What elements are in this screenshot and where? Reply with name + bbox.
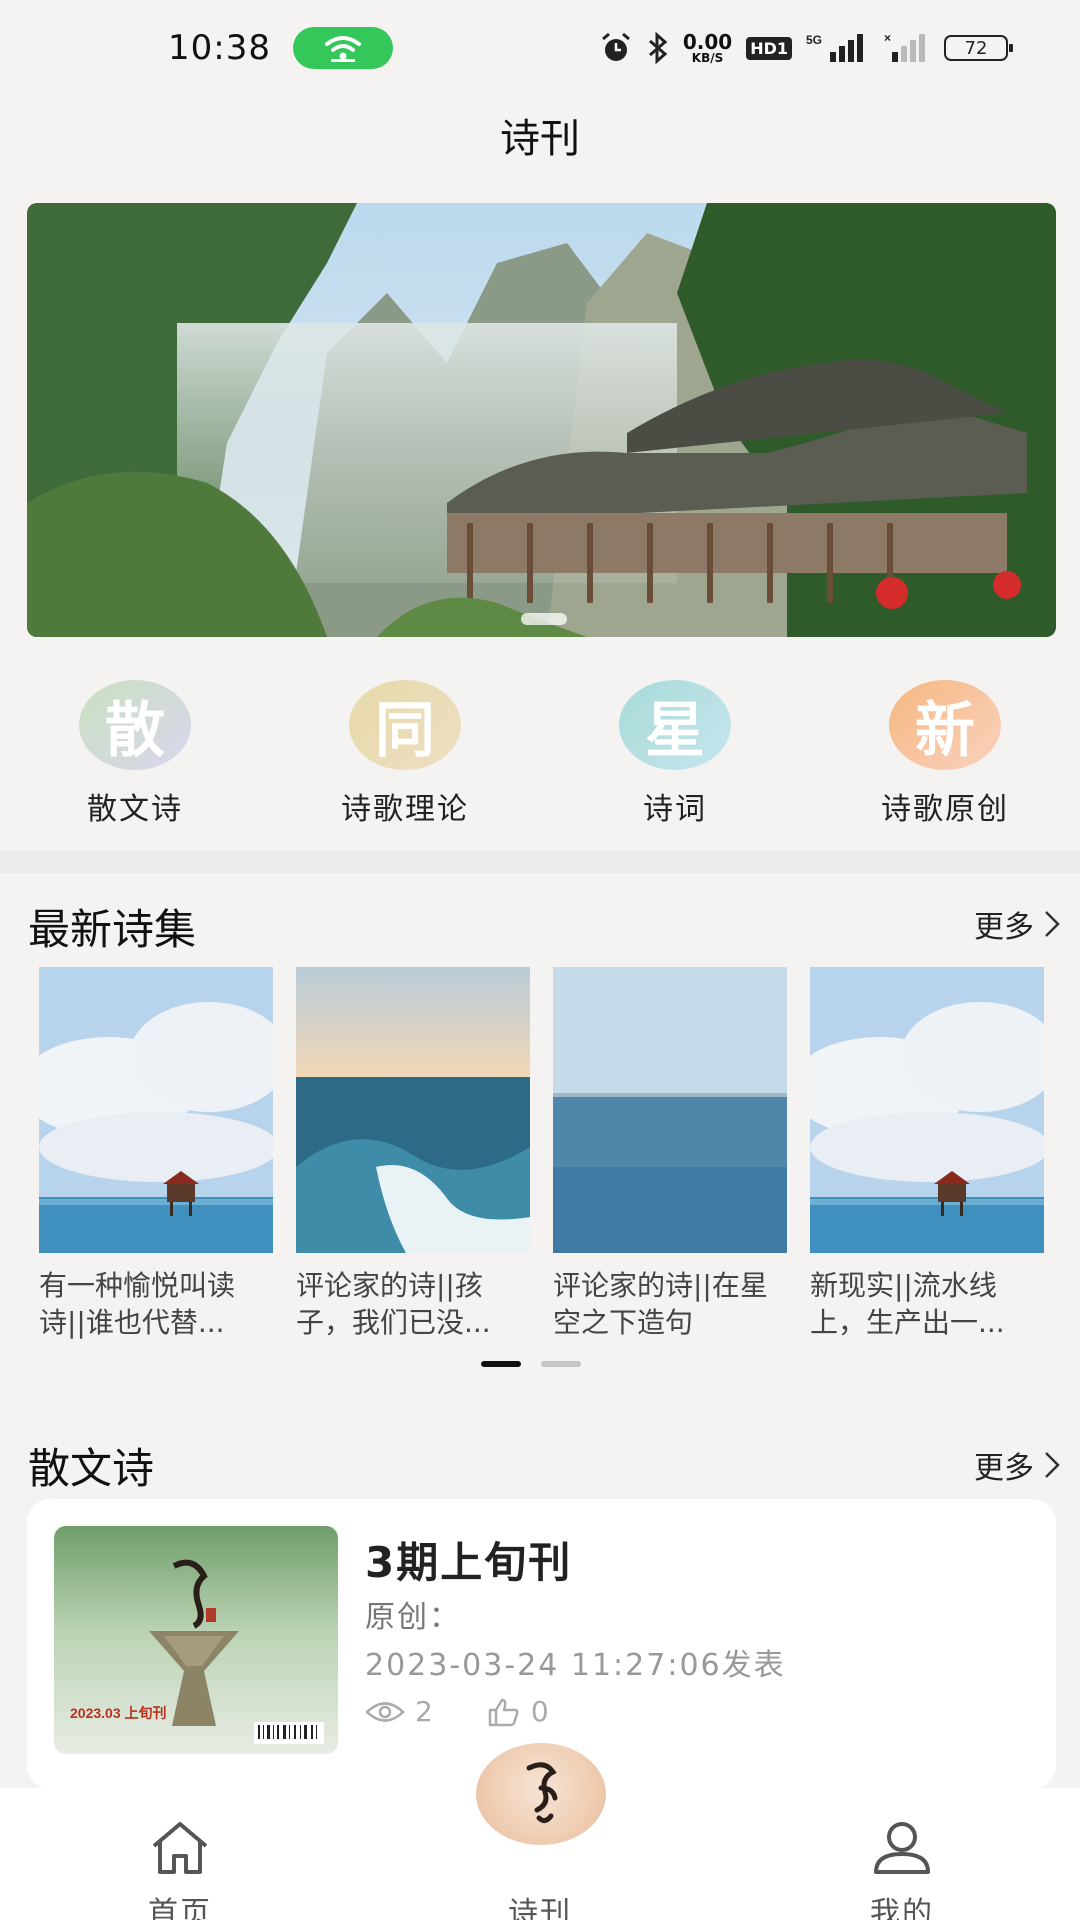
article-author: 原创： [365,1600,461,1635]
like-count[interactable]: 0 [487,1695,549,1728]
hd-badge: HD1 [746,36,792,60]
pager-dot-active [481,1361,521,1367]
category-poetry-theory[interactable]: 同 诗歌理论 [270,680,540,828]
nav-journal-logo[interactable] [476,1743,606,1845]
cellular-signal-icon: 5G [806,33,863,62]
more-button-prose-poetry[interactable]: 更多 [974,1443,1062,1487]
collection-title: 评论家的诗||在星空之下造句 [553,1269,768,1339]
category-ci-poetry[interactable]: 星 诗词 [540,680,810,828]
more-label: 更多 [974,1451,1034,1486]
page-title: 诗刊 [500,116,580,162]
calligraphy-logo-icon [526,1762,558,1824]
collection-cover [39,967,273,1253]
svg-text:2023.03 上旬刊: 2023.03 上旬刊 [70,1705,167,1721]
category-label: 诗词 [643,792,707,827]
chevron-right-icon [1045,911,1060,937]
alarm-icon [601,32,630,61]
bluetooth-icon [648,32,668,64]
magazine-cover: 2023.03 上旬刊 [54,1526,338,1754]
article-date: 2023-03-24 11:27:06发表 [365,1648,786,1683]
section-divider [0,851,1080,873]
banner-carousel[interactable] [27,203,1056,637]
status-time: 10:38 [168,28,271,68]
network-speed: 0.00 KB/S [682,30,733,65]
pager-dot [541,1361,581,1367]
chevron-right-icon [1045,1452,1060,1478]
cellular-signal-2-icon: × [884,32,925,62]
wifi-icon [324,36,361,62]
user-icon [874,1822,930,1874]
banner-landscape-image [27,203,1056,637]
collection-cover [296,967,530,1253]
nav-mine[interactable]: 我的 [792,1788,1012,1920]
category-icon: 散 [79,680,191,770]
collection-title: 新现实||流水线上，生产出一... [810,1269,1005,1339]
collection-item[interactable]: 评论家的诗||孩子，我们已没... [296,967,530,1341]
thumbs-up-icon [488,1698,519,1726]
collection-title: 有一种愉悦叫读诗||谁也代替... [39,1269,236,1339]
wifi-hotspot-pill[interactable] [292,27,393,69]
nav-home[interactable]: 首页 [70,1788,290,1920]
nav-home-label: 首页 [148,1896,212,1920]
collection-item[interactable]: 有一种愉悦叫读诗||谁也代替... [39,967,273,1341]
category-prose-poetry[interactable]: 散 散文诗 [0,680,270,828]
category-label: 诗歌原创 [881,792,1009,827]
collection-title: 评论家的诗||孩子，我们已没... [296,1269,491,1339]
home-icon [152,1822,208,1874]
section-title-latest: 最新诗集 [28,905,197,954]
svg-text:×: × [884,32,891,45]
category-label: 诗歌理论 [341,792,469,827]
status-bar: 10:38 0.00 KB/S HD1 5G × 72 [0,0,1080,96]
eye-icon [365,1701,405,1722]
collection-item[interactable]: 评论家的诗||在星空之下造句 [553,967,787,1341]
article-stats: 2 0 [365,1695,603,1728]
collection-cover [810,967,1044,1253]
category-label: 散文诗 [87,792,183,827]
article-title: 3期上旬刊 [365,1538,573,1587]
category-icon: 同 [349,680,461,770]
nav-mine-label: 我的 [870,1896,934,1920]
category-icon: 新 [889,680,1001,770]
collection-cover [553,967,787,1253]
category-original-poetry[interactable]: 新 诗歌原创 [810,680,1080,828]
collection-item[interactable]: 新现实||流水线上，生产出一... [810,967,1044,1341]
battery-indicator: 72 [944,35,1013,61]
banner-indicator [521,613,567,625]
more-button-latest[interactable]: 更多 [974,902,1062,946]
nav-journal-label: 诗刊 [508,1896,572,1920]
section-title-prose-poetry: 散文诗 [28,1444,155,1493]
svg-text:5G: 5G [806,33,822,47]
category-row: 散 散文诗 同 诗歌理论 星 诗词 新 诗歌原创 [0,680,1080,828]
status-icons: 0.00 KB/S HD1 5G × 72 [599,30,1013,65]
view-count: 2 [365,1695,433,1728]
category-icon: 星 [619,680,731,770]
more-label: 更多 [974,910,1034,945]
